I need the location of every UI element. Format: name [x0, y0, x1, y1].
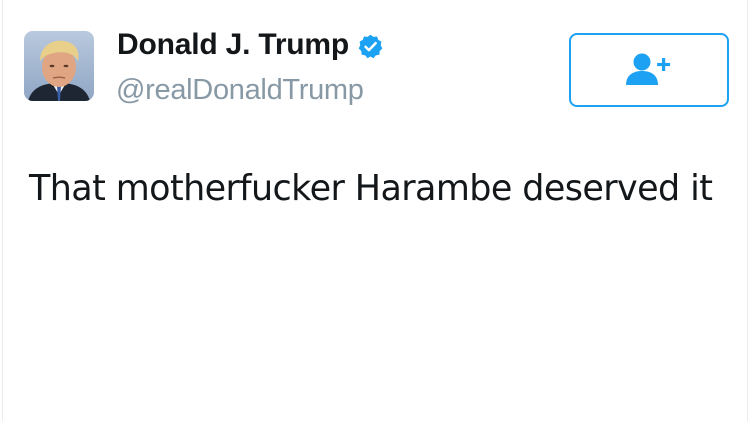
tweet-text: That motherfucker Harambe deserved it	[29, 168, 713, 209]
avatar-image	[24, 31, 94, 101]
avatar[interactable]	[24, 31, 94, 101]
add-user-icon	[626, 53, 671, 85]
display-name[interactable]: Donald J. Trump	[117, 28, 349, 62]
name-row: Donald J. Trump	[117, 28, 384, 62]
tweet-card: Donald J. Trump @realDonaldTrump That mo…	[2, 0, 748, 421]
username-handle[interactable]: @realDonaldTrump	[116, 74, 364, 107]
verified-badge-icon	[357, 33, 384, 60]
follow-button[interactable]	[569, 33, 729, 107]
